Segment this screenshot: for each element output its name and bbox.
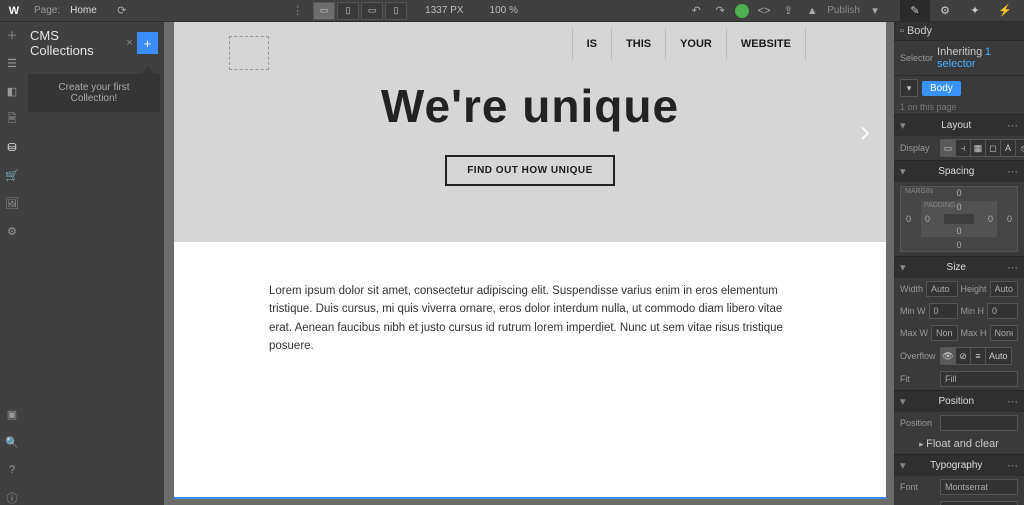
nav-item[interactable]: YOUR xyxy=(665,28,726,60)
tab-effects[interactable]: ⚡ xyxy=(990,0,1020,22)
publish-chevron-icon[interactable]: ▾ xyxy=(866,2,884,20)
display-flex[interactable]: ⫞ xyxy=(956,140,971,156)
search-icon[interactable]: 🔍 xyxy=(5,435,19,449)
canvas-width[interactable]: 1337 PX xyxy=(417,5,471,16)
display-none[interactable]: ⦸ xyxy=(1016,140,1024,156)
status-badge[interactable] xyxy=(735,4,749,18)
topbar: W Page: Home ⟳ ⋮ ▭ ▯ ▭ ▯ 1337 PX 100 % ↶… xyxy=(0,0,1024,22)
section-layout[interactable]: ▾Layout⋯ xyxy=(894,114,1024,136)
export-icon[interactable]: ⇪ xyxy=(779,2,797,20)
style-panel: ▫ Body Selector Inheriting 1 selector ▾ … xyxy=(894,22,1024,505)
app-logo[interactable]: W xyxy=(4,1,24,21)
display-grid[interactable]: ▦ xyxy=(971,140,986,156)
zoom-level[interactable]: 100 % xyxy=(482,5,526,16)
page-icon[interactable]: 🗎 xyxy=(5,112,19,126)
section-typography[interactable]: ▾Typography⋯ xyxy=(894,454,1024,476)
nav-item[interactable]: THIS xyxy=(611,28,665,60)
add-icon[interactable]: ＋ xyxy=(5,28,19,42)
float-clear-toggle[interactable]: ▸ Float and clear xyxy=(894,434,1024,454)
page-label-prefix: Page: xyxy=(34,5,60,16)
publish-button[interactable]: Publish xyxy=(827,5,860,16)
slider-next-icon[interactable]: › xyxy=(860,115,870,149)
help-icon[interactable]: ? xyxy=(5,463,19,477)
audit-icon[interactable]: ▲ xyxy=(803,2,821,20)
redo-icon[interactable]: ↷ xyxy=(711,2,729,20)
canvas-area[interactable]: IS THIS YOUR WEBSITE We're unique FIND O… xyxy=(164,22,894,505)
page-body[interactable]: IS THIS YOUR WEBSITE We're unique FIND O… xyxy=(174,22,886,499)
ecommerce-icon[interactable]: 🛒 xyxy=(5,168,19,182)
tab-interactions[interactable]: ✦ xyxy=(960,0,990,22)
display-inline-block[interactable]: ◻ xyxy=(986,140,1001,156)
nav-item[interactable]: IS xyxy=(572,28,611,60)
left-toolbar: ＋ ☰ ◧ 🗎 ⛁ 🛒 🖼 ⚙ ▣ 🔍 ? ⓘ xyxy=(0,22,24,505)
overflow-scroll[interactable]: ≡ xyxy=(971,348,986,364)
selector-dropdown[interactable]: ▾ xyxy=(900,79,918,97)
overflow-auto[interactable]: Auto xyxy=(986,348,1011,364)
page-name[interactable]: Home xyxy=(70,5,97,16)
display-toggle: ▭ ⫞ ▦ ◻ A ⦸ xyxy=(940,139,1024,157)
selector-label: Selector xyxy=(900,53,933,63)
overflow-visible[interactable]: 👁 xyxy=(941,348,956,364)
pages-icon[interactable]: ☰ xyxy=(5,56,19,70)
nav-item[interactable]: WEBSITE xyxy=(726,28,806,60)
image-placeholder[interactable] xyxy=(229,36,269,70)
hero-heading[interactable]: We're unique xyxy=(381,79,679,133)
hero-cta-button[interactable]: FIND OUT HOW UNIQUE xyxy=(445,155,615,186)
tab-settings[interactable]: ⚙ xyxy=(930,0,960,22)
cms-icon[interactable]: ⛁ xyxy=(5,140,19,154)
height-input[interactable] xyxy=(990,281,1018,297)
nav-menu: IS THIS YOUR WEBSITE xyxy=(572,28,806,60)
overflow-toggle: 👁 ⊘ ≡ Auto xyxy=(940,347,1012,365)
section-position[interactable]: ▾Position⋯ xyxy=(894,390,1024,412)
right-panel-tabs: ✎ ⚙ ✦ ⚡ xyxy=(900,0,1020,22)
navigator-icon[interactable]: ◧ xyxy=(5,84,19,98)
info-icon[interactable]: ⓘ xyxy=(5,491,19,505)
code-icon[interactable]: <> xyxy=(755,2,773,20)
undo-icon[interactable]: ↶ xyxy=(687,2,705,20)
overflow-hidden[interactable]: ⊘ xyxy=(956,348,971,364)
content-section[interactable]: Lorem ipsum dolor sit amet, consectetur … xyxy=(174,242,886,396)
cms-panel: CMS Collections × + Create your first Co… xyxy=(24,22,164,505)
tooltip-arrow-icon xyxy=(142,66,154,74)
selector-tag[interactable]: Body xyxy=(922,81,961,96)
drag-handle-icon[interactable]: ⋮ xyxy=(292,4,303,17)
refresh-icon[interactable]: ⟳ xyxy=(113,2,131,20)
maxh-input[interactable] xyxy=(990,325,1018,341)
cms-empty-tip: Create your first Collection! xyxy=(28,74,160,112)
cms-add-button[interactable]: + xyxy=(137,32,158,54)
device-tablet[interactable]: ▯ xyxy=(337,2,359,20)
width-input[interactable] xyxy=(926,281,957,297)
tab-style[interactable]: ✎ xyxy=(900,0,930,22)
device-toggle: ▭ ▯ ▭ ▯ xyxy=(313,2,407,20)
minh-input[interactable] xyxy=(987,303,1018,319)
maxw-input[interactable] xyxy=(931,325,958,341)
font-select[interactable] xyxy=(940,479,1018,495)
device-mobile-landscape[interactable]: ▭ xyxy=(361,2,383,20)
settings-icon[interactable]: ⚙ xyxy=(5,224,19,238)
display-inline[interactable]: A xyxy=(1001,140,1016,156)
device-desktop[interactable]: ▭ xyxy=(313,2,335,20)
position-select[interactable] xyxy=(940,415,1018,431)
paragraph[interactable]: Lorem ipsum dolor sit amet, consectetur … xyxy=(269,282,791,356)
section-size[interactable]: ▾Size⋯ xyxy=(894,256,1024,278)
video-icon[interactable]: ▣ xyxy=(5,407,19,421)
device-mobile[interactable]: ▯ xyxy=(385,2,407,20)
display-block[interactable]: ▭ xyxy=(941,140,956,156)
cms-panel-title: CMS Collections xyxy=(30,28,122,58)
section-spacing[interactable]: ▾Spacing⋯ xyxy=(894,160,1024,182)
cms-close-icon[interactable]: × xyxy=(122,37,136,49)
breadcrumb: ▫ Body xyxy=(894,22,1024,41)
hero-section[interactable]: IS THIS YOUR WEBSITE We're unique FIND O… xyxy=(174,22,886,242)
fit-select[interactable] xyxy=(940,371,1018,387)
selector-count: 1 on this page xyxy=(894,100,1024,114)
weight-select[interactable] xyxy=(940,501,1018,505)
spacing-editor[interactable]: MARGIN 0 0 0 0 PADDING 0 0 0 0 xyxy=(900,186,1018,252)
assets-icon[interactable]: 🖼 xyxy=(5,196,19,210)
minw-input[interactable] xyxy=(929,303,958,319)
